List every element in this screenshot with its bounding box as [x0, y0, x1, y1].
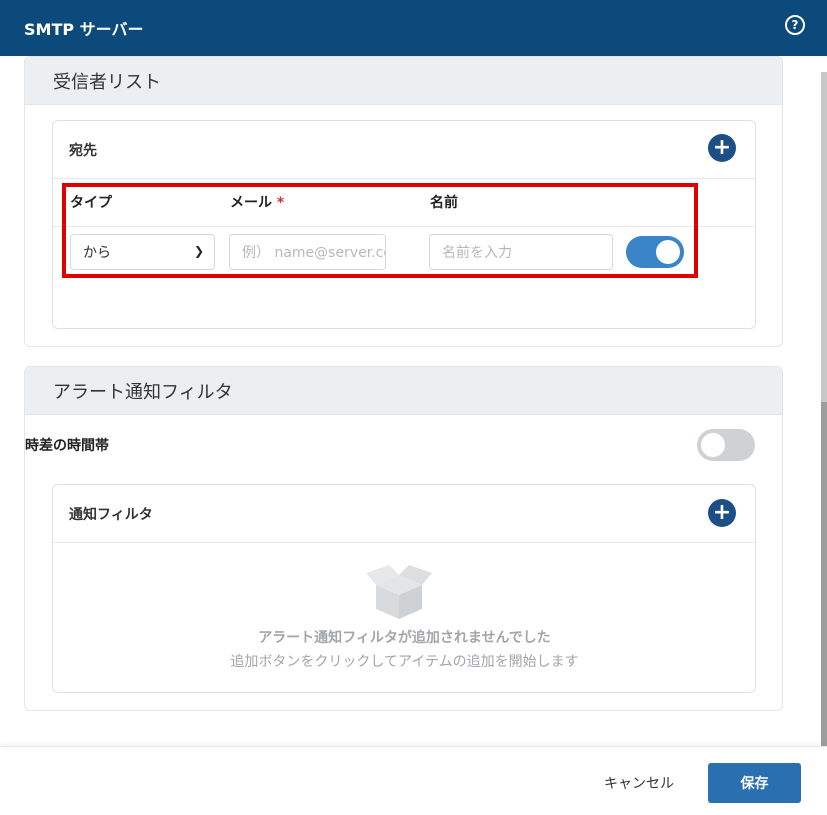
- dialog-title: SMTP サーバー: [24, 20, 144, 39]
- highlight-box: [62, 183, 698, 278]
- help-icon[interactable]: ?: [785, 15, 805, 35]
- notification-filter-card: 通知フィルタ アラート通知フィルタが追加されませんでした 追加ボタンをクリックし…: [52, 484, 756, 693]
- toggle-knob: [701, 433, 725, 457]
- timezone-label: 時差の時間帯: [25, 438, 109, 454]
- timezone-toggle[interactable]: [697, 429, 755, 461]
- dialog-content: 受信者リスト 宛先 + アラート通知フィルタ 時差の時間帯 通知フィルタ アラー…: [0, 56, 810, 746]
- empty-state-title: アラート通知フィルタが追加されませんでした: [258, 630, 551, 646]
- alert-filter-section-title: アラート通知フィルタ: [25, 367, 782, 415]
- alert-filter-section: アラート通知フィルタ 時差の時間帯 通知フィルタ アラート通知フィルタが追加され…: [24, 366, 783, 711]
- dialog-footer: キャンセル 保存: [0, 746, 827, 815]
- scrollbar-thumb[interactable]: [821, 402, 827, 746]
- empty-state-subtitle: 追加ボタンをクリックしてアイテムの追加を開始します: [230, 654, 579, 670]
- save-button[interactable]: 保存: [708, 763, 801, 803]
- add-filter-button[interactable]: +: [708, 499, 736, 527]
- recipients-card-title: 宛先: [53, 121, 755, 179]
- recipients-section-title: 受信者リスト: [25, 57, 782, 105]
- empty-box-icon: [366, 565, 432, 619]
- add-recipient-button[interactable]: +: [708, 134, 736, 162]
- cancel-button[interactable]: キャンセル: [584, 764, 694, 802]
- dialog-header: SMTP サーバー ?: [0, 0, 827, 56]
- scrollbar-thumb-upper[interactable]: [821, 72, 827, 402]
- notification-filter-card-title: 通知フィルタ: [53, 485, 755, 543]
